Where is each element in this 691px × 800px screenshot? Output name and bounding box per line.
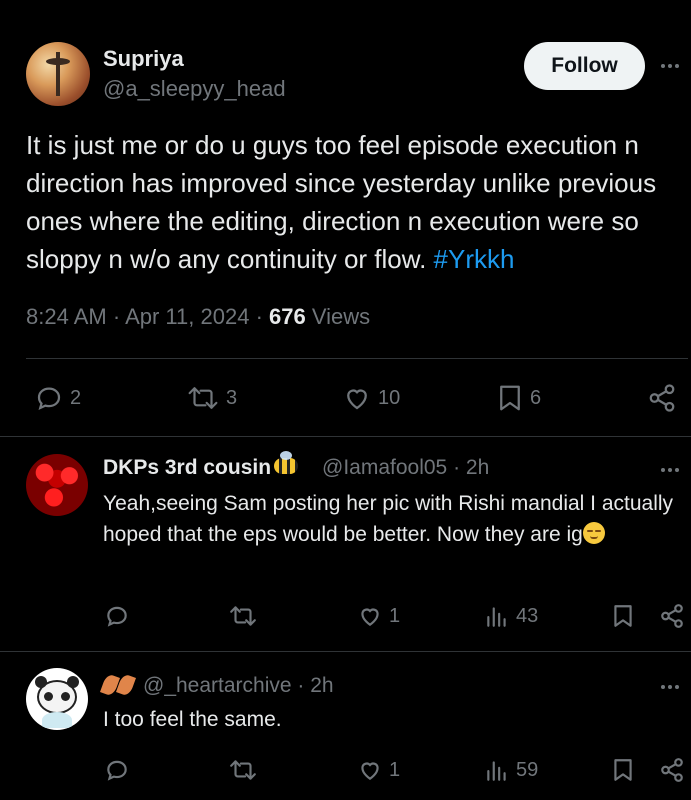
author-handle[interactable]: @a_sleepyy_head (103, 76, 286, 102)
post-meta: 8:24 AM · Apr 11, 2024 · 676 Views (26, 304, 370, 330)
bookmark-button[interactable] (611, 603, 635, 629)
reply-body: I too feel the same. (103, 708, 282, 731)
post-date[interactable]: Apr 11, 2024 (125, 304, 249, 329)
views-count: 43 (516, 604, 539, 627)
author-avatar[interactable] (26, 42, 90, 106)
reply-handle-time: @Iamafool05 · 2h (322, 456, 490, 479)
views-icon (487, 761, 506, 781)
like-count: 1 (389, 758, 401, 781)
share-button[interactable] (647, 383, 677, 413)
post-text: It is just me or do u guys too feel epis… (26, 126, 682, 278)
like-count: 1 (389, 604, 401, 627)
meta-separator: · (112, 304, 126, 329)
divider (0, 436, 691, 437)
views-label: Views (311, 304, 371, 329)
repost-count: 3 (226, 386, 238, 409)
reply-handle-time: @_heartarchive · 2h (100, 673, 334, 698)
like-button[interactable]: 1 (357, 757, 400, 783)
bookmark-count: 6 (530, 386, 542, 409)
reply-button[interactable]: 2 (34, 383, 81, 413)
reply-button[interactable] (104, 757, 130, 783)
share-button[interactable] (659, 603, 685, 629)
hashtag-link[interactable]: #Yrkkh (434, 244, 515, 274)
views-icon (487, 607, 506, 627)
bookmark-icon (614, 759, 632, 781)
like-icon (347, 389, 367, 410)
reply-text: Yeah,seeing Sam posting her pic with Ris… (103, 488, 683, 550)
reply-author-name-text: DKPs 3rd cousin (103, 456, 272, 479)
reply-avatar[interactable] (26, 454, 88, 516)
reply-handle[interactable]: @Iamafool05 (322, 456, 447, 479)
bee-emoji (274, 451, 299, 474)
reply-author-name[interactable]: DKPs 3rd cousin (103, 451, 299, 480)
reply-time[interactable]: 2h (310, 674, 333, 697)
repost-button[interactable] (228, 603, 258, 629)
reply-avatar[interactable] (26, 668, 88, 730)
reply-button[interactable] (104, 603, 130, 629)
reply-handle[interactable]: @_heartarchive (143, 674, 292, 697)
like-button[interactable]: 1 (357, 603, 400, 629)
repost-icon (230, 760, 256, 780)
repost-icon (188, 387, 218, 409)
share-icon (649, 384, 675, 412)
reply-count: 2 (70, 386, 82, 409)
more-icon[interactable] (656, 460, 684, 480)
like-button[interactable]: 10 (342, 383, 400, 413)
bookmark-button[interactable] (611, 757, 635, 783)
reply-icon (107, 760, 127, 781)
meta-separator: · (255, 304, 270, 329)
views-count: 59 (516, 758, 539, 781)
views-button[interactable]: 43 (484, 603, 538, 629)
main-post: Supriya @a_sleepyy_head Follow It is jus… (0, 0, 691, 436)
share-icon (661, 758, 683, 782)
bookmark-icon (500, 385, 520, 411)
reply-icon (107, 606, 127, 627)
like-icon (361, 762, 379, 780)
author-name[interactable]: Supriya (103, 46, 184, 72)
repost-icon (230, 606, 256, 626)
leaf-emoji (100, 673, 120, 697)
more-icon[interactable] (656, 56, 684, 76)
reply-icon (37, 387, 61, 411)
like-icon (361, 608, 379, 626)
repost-button[interactable] (228, 757, 258, 783)
reply-text: I too feel the same. (103, 704, 683, 735)
divider (0, 651, 691, 652)
follow-button[interactable]: Follow (524, 42, 645, 90)
share-button[interactable] (659, 757, 685, 783)
post-time[interactable]: 8:24 AM (26, 304, 107, 329)
views-count: 676 (269, 304, 306, 329)
like-count: 10 (378, 386, 401, 409)
post-body: It is just me or do u guys too feel epis… (26, 130, 657, 274)
more-icon[interactable] (656, 677, 684, 697)
reply-time[interactable]: 2h (466, 456, 489, 479)
divider (26, 358, 688, 359)
views-button[interactable]: 59 (484, 757, 538, 783)
share-icon (661, 604, 683, 628)
bookmark-button[interactable]: 6 (496, 383, 541, 413)
relieved-emoji (582, 522, 605, 544)
repost-button[interactable]: 3 (186, 383, 237, 413)
bookmark-icon (614, 605, 632, 627)
